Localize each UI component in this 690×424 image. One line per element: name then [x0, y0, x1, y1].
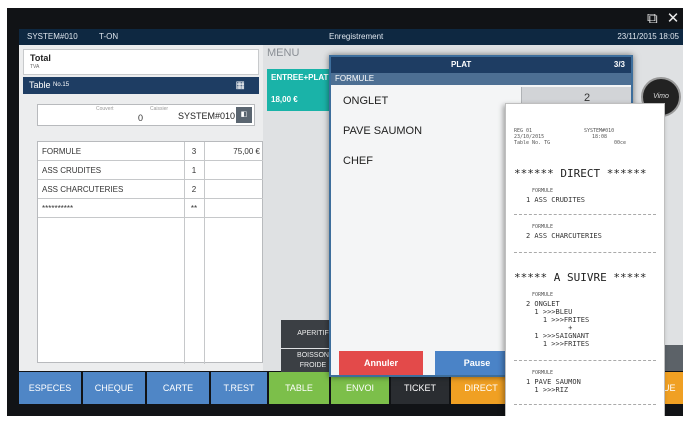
receipt-line: 1 >>>FRITES	[526, 340, 590, 348]
receipt-block-label: FORMULE	[532, 370, 554, 376]
dish-chef[interactable]: CHEF	[343, 155, 373, 167]
total-label: Total	[30, 53, 51, 63]
popout-icon[interactable]: ⧉	[647, 10, 658, 28]
item-qty: 3	[191, 147, 197, 156]
receipt-divider	[514, 360, 656, 361]
receipt-divider	[514, 404, 656, 405]
receipt-line: 1 >>>RIZ	[526, 386, 569, 394]
keypad-icon[interactable]: ▦	[236, 77, 245, 94]
system-id: SYSTEM#010	[27, 32, 78, 41]
cashier-label: Caissier	[150, 106, 169, 112]
item-name: ASS CHARCUTERIES	[42, 185, 124, 194]
order-row[interactable]: ********** **	[38, 199, 264, 218]
kitchen-receipt: REG 01 23/10/2015 Table No. TG SYSTEM#01…	[505, 103, 665, 416]
table-label-text: Table	[29, 80, 51, 90]
app-window: ⧉ ✕ SYSTEM#010 T-ON Enregistrement 23/11…	[7, 8, 683, 416]
covers-value[interactable]: 0	[138, 113, 143, 123]
item-name: ASS CRUDITES	[42, 166, 102, 175]
dialog-page: 3/3	[613, 60, 625, 69]
trest-button[interactable]: T.REST	[211, 372, 267, 404]
menu-label: MENU	[267, 47, 300, 59]
receipt-divider	[514, 214, 656, 215]
cashier-value: SYSTEM#010	[178, 111, 236, 121]
receipt-line: 1 >>>FRITES	[526, 316, 590, 324]
receipt-line: +	[526, 324, 573, 332]
order-row[interactable]: ASS CHARCUTERIES 2	[38, 180, 264, 199]
dialog-header: PLAT 3/3	[331, 57, 631, 73]
order-row[interactable]: ASS CRUDITES 1	[38, 161, 264, 180]
receipt-block-label: FORMULE	[532, 188, 554, 194]
title-bar: SYSTEM#010 T-ON Enregistrement 23/11/201…	[19, 29, 683, 45]
item-name: FORMULE	[42, 147, 82, 156]
order-items-list: FORMULE 3 75,00 € ASS CRUDITES 1 ASS CHA…	[37, 141, 264, 364]
order-panel: Total TVA Table No.15 ▦ Couvert 0 Caissi…	[19, 45, 264, 371]
covers-label: Couvert	[96, 106, 114, 112]
receipt-time: 18:08	[592, 134, 608, 140]
especes-button[interactable]: ESPECES	[19, 372, 81, 404]
receipt-line: 2 ASS CHARCUTERIES	[526, 232, 602, 240]
item-qty: 1	[191, 166, 197, 175]
screen-title: Enregistrement	[329, 32, 384, 41]
receipt-line: 1 >>>SAIGNANT	[526, 332, 590, 340]
receipt-line: 1 >>>BLEU	[526, 308, 573, 316]
category-price: 18,00 €	[271, 95, 298, 104]
receipt-code: 00ce	[614, 140, 627, 146]
receipt-line: 2 ONGLET	[526, 300, 560, 308]
receipt-block-label: FORMULE	[532, 224, 554, 230]
table-button[interactable]: TABLE	[269, 372, 329, 404]
receipt-suivre-heading: ***** A SUIVRE *****	[514, 271, 647, 284]
carte-button[interactable]: CARTE	[147, 372, 209, 404]
table-bar[interactable]: Table No.15 ▦	[23, 77, 259, 94]
user-name: T-ON	[99, 32, 119, 41]
datetime: 23/11/2015 18:05	[617, 32, 679, 41]
dialog-subtitle: FORMULE	[331, 73, 631, 85]
receipt-divider	[514, 252, 656, 253]
receipt-block-label: FORMULE	[532, 292, 554, 298]
receipt-line: 1 PAVE SAUMON	[526, 378, 581, 386]
total-display: Total TVA	[23, 49, 259, 75]
tax-label: TVA	[30, 64, 40, 70]
receipt-line: 1 ASS CRUDITES	[526, 196, 586, 204]
dish-onglet[interactable]: ONGLET	[343, 95, 388, 107]
window-controls: ⧉ ✕	[647, 10, 679, 28]
receipt-direct-heading: ****** DIRECT ******	[514, 167, 647, 180]
table-number: No.15	[53, 82, 70, 88]
receipt-onglet-block: 2 ONGLET 1 >>>BLEU 1 >>>FRITES + 1 >>>SA…	[526, 300, 589, 348]
item-qty: 2	[191, 185, 197, 194]
item-qty: **	[190, 204, 198, 213]
table-label: Table No.15	[29, 77, 69, 94]
receipt-table: Table No. TG	[514, 140, 551, 146]
cashier-icon[interactable]: ◧	[236, 107, 252, 123]
receipt-saumon-block: 1 PAVE SAUMON 1 >>>RIZ	[526, 378, 581, 394]
cancel-button[interactable]: Annuler	[339, 351, 423, 375]
dish-pave-saumon[interactable]: PAVE SAUMON	[343, 125, 422, 137]
covers-cashier-box: Couvert 0 Caissier SYSTEM#010 ◧	[37, 104, 255, 126]
item-price: 75,00 €	[233, 147, 260, 156]
category-name: ENTREE+PLAT	[271, 73, 329, 82]
order-row[interactable]: FORMULE 3 75,00 €	[38, 142, 264, 161]
dialog-title: PLAT	[451, 60, 472, 69]
item-name: **********	[42, 204, 74, 213]
close-icon[interactable]: ✕	[667, 10, 680, 28]
cheque-button[interactable]: CHEQUE	[83, 372, 145, 404]
